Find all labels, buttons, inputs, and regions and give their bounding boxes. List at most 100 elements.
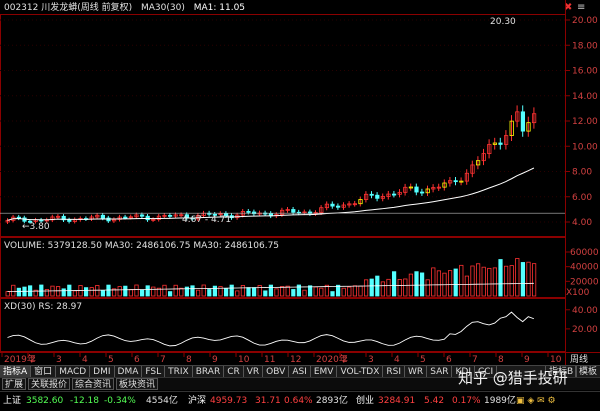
x-tick-label: 4	[82, 355, 88, 365]
volume-bar	[492, 267, 498, 297]
x-tick-label: 7	[160, 355, 166, 365]
volume-bar	[167, 291, 173, 297]
volume-bar	[11, 284, 16, 297]
x-tick-label: 11	[264, 355, 275, 365]
volume-bar	[106, 284, 111, 297]
x-tick-label: 8	[498, 355, 504, 365]
candle-body	[419, 191, 425, 194]
price-tick-label: 10.00	[572, 142, 598, 152]
volume-bar	[117, 286, 122, 297]
volume-bar	[453, 268, 458, 297]
volume-bar	[263, 290, 268, 297]
candle-body	[145, 215, 150, 221]
volume-bar	[419, 272, 425, 297]
period-label: 周线	[570, 353, 588, 365]
x-tick-label: 7	[472, 355, 478, 365]
volume-bar	[431, 267, 436, 297]
volume-tick-label: 40000	[570, 263, 599, 273]
bottom-tab[interactable]: 综合资讯	[72, 378, 115, 390]
volume-bar	[134, 284, 139, 297]
volume-bar	[391, 271, 397, 297]
x-tick-label: 5	[420, 355, 426, 365]
volume-bar	[358, 285, 363, 297]
status-icons[interactable]: ▣ ◈ ✉ ⚙	[516, 392, 556, 411]
volume-bar	[72, 290, 77, 297]
x-tick-label: 2	[342, 355, 348, 365]
volume-bar	[240, 285, 245, 297]
candle-body	[498, 142, 503, 145]
price-tick-label: 14.00	[572, 92, 598, 102]
volume-bar	[509, 265, 514, 297]
x-tick-label: 3	[368, 355, 374, 365]
volume-bar	[380, 281, 386, 297]
price-tick-label: 18.00	[572, 41, 598, 51]
bottom-tab[interactable]: 关联报价	[28, 378, 71, 390]
candle-body	[453, 180, 458, 183]
volume-bar	[319, 287, 324, 297]
price-tick-label: 6.00	[572, 193, 592, 203]
volume-bar	[5, 291, 10, 297]
volume-bar	[503, 265, 509, 297]
volume-bar	[487, 267, 492, 297]
volume-bar	[212, 285, 217, 297]
volume-marks: 60000 40000 20000X100	[5, 248, 599, 298]
bottom-tab[interactable]: 板块资讯	[116, 378, 159, 390]
x-tick-label: 4	[394, 355, 400, 365]
xd-marks: 40.00 20.00	[7, 306, 598, 347]
volume-bar	[279, 286, 285, 297]
volume-bar	[341, 287, 346, 297]
volume-bar	[425, 279, 430, 297]
volume-unit-label: X100	[566, 288, 590, 298]
candle-body	[246, 211, 251, 213]
cy-change: 5.42	[424, 396, 445, 406]
volume-bar	[56, 286, 61, 297]
candle-body	[291, 209, 296, 213]
candle-body	[330, 203, 335, 207]
price-marks: 20.30 ←3.80 4.67 - 4.71	[0, 17, 565, 232]
sh-pct: -0.34%	[104, 396, 136, 406]
volume-bar	[498, 259, 503, 297]
x-tick-label: 10	[550, 355, 562, 365]
candle-body	[123, 216, 128, 219]
candle-body	[67, 219, 72, 222]
volume-bar	[39, 284, 44, 297]
bottom-tab[interactable]: 扩展	[2, 378, 27, 390]
volume-bar	[145, 285, 150, 297]
candle-body	[100, 214, 105, 219]
candle-body	[335, 205, 341, 208]
xd-tick-label: 20.00	[572, 325, 598, 335]
volume-tick-label: 20000	[570, 277, 599, 287]
volume-bar	[61, 288, 66, 297]
volume-bar	[459, 264, 464, 297]
candle-body	[139, 214, 145, 217]
cy-pct: 0.17%	[452, 396, 481, 406]
sz-amount: 2893亿	[316, 396, 348, 406]
candle-body	[391, 193, 397, 196]
volume-bar	[481, 266, 486, 297]
volume-bar	[464, 275, 470, 297]
price-tick-label: 12.00	[572, 117, 598, 127]
volume-bar	[307, 285, 313, 297]
price-tick-label: 8.00	[572, 168, 592, 178]
volume-bar	[190, 285, 195, 297]
volume-bar	[84, 287, 89, 297]
candle-body	[520, 111, 526, 132]
sh-value: 3582.60	[26, 396, 64, 406]
candle-body	[369, 193, 374, 196]
volume-bar	[386, 278, 391, 297]
candle-body	[414, 186, 419, 193]
range-label: 4.67 - 4.71	[182, 215, 231, 225]
volume-bar	[128, 289, 133, 297]
chart-canvas: 20.00 18.00 16.00 14.00 12.00 10.00 8.00 6.00 4.…	[0, 0, 600, 365]
volume-bar	[268, 284, 274, 297]
volume-bar	[436, 270, 442, 297]
x-axis-labels: 2019年2 3 4 5 6 7 8 9 10 11 12 2020年2 3 4 5 6 7 8 9 10 周线	[1, 352, 588, 365]
x-tick-label: 2	[30, 355, 36, 365]
volume-bar	[195, 289, 201, 297]
volume-bar	[246, 287, 251, 297]
volume-bar	[403, 278, 408, 297]
volume-bar	[302, 289, 307, 297]
x-tick-label: 3	[56, 355, 62, 365]
price-tick-label: 20.00	[572, 16, 598, 26]
sz-pct: 0.64%	[284, 396, 313, 406]
